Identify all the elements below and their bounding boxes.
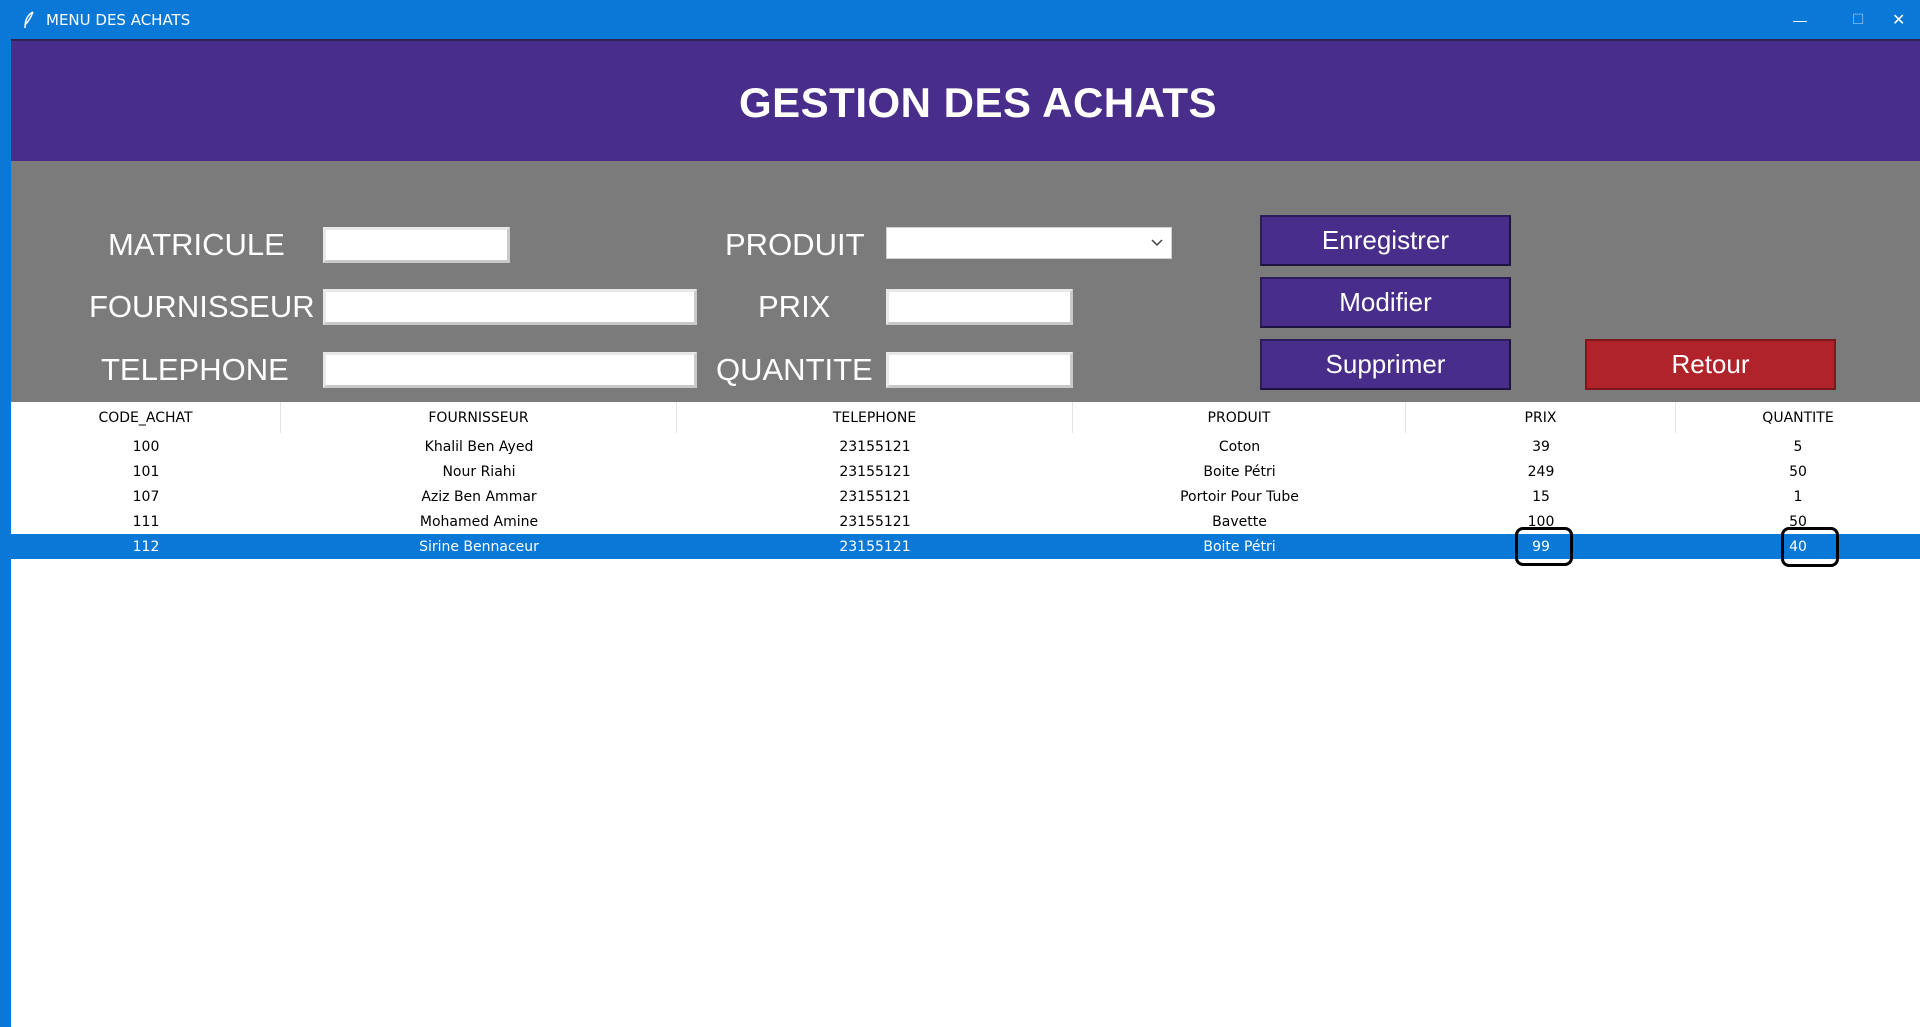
feather-icon bbox=[20, 10, 38, 29]
table-row[interactable]: 101 Nour Riahi 23155121 Boite Pétri 249 50 bbox=[11, 459, 1920, 484]
supprimer-button[interactable]: Supprimer bbox=[1260, 339, 1511, 390]
page-header: GESTION DES ACHATS bbox=[11, 39, 1920, 161]
table-cell: Bavette bbox=[1212, 513, 1267, 530]
annotation-box-quantite bbox=[1781, 527, 1839, 567]
table-cell: 39 bbox=[1532, 438, 1550, 455]
fournisseur-input[interactable] bbox=[323, 289, 697, 325]
annotation-box-prix bbox=[1515, 527, 1573, 566]
column-header-fournisseur[interactable]: FOURNISSEUR bbox=[281, 402, 677, 433]
column-header-produit[interactable]: PRODUIT bbox=[1073, 402, 1406, 433]
window-left-edge bbox=[0, 39, 11, 1027]
table-cell: 23155121 bbox=[839, 513, 911, 530]
enregistrer-button[interactable]: Enregistrer bbox=[1260, 215, 1511, 266]
minimize-icon: — bbox=[1793, 11, 1807, 28]
modifier-button[interactable]: Modifier bbox=[1260, 277, 1511, 328]
telephone-input[interactable] bbox=[323, 352, 697, 388]
matricule-label: MATRICULE bbox=[108, 227, 285, 262]
close-icon: ✕ bbox=[1892, 11, 1906, 29]
table-cell: 23155121 bbox=[839, 438, 911, 455]
table-cell: 100 bbox=[132, 438, 160, 455]
produit-combobox[interactable] bbox=[886, 227, 1172, 259]
table-cell: 23155121 bbox=[839, 488, 911, 505]
table-cell: Nour Riahi bbox=[442, 463, 516, 480]
matricule-input[interactable] bbox=[323, 227, 510, 263]
table-cell: Aziz Ben Ammar bbox=[421, 488, 537, 505]
table-cell: 5 bbox=[1793, 438, 1803, 455]
table-row[interactable]: 111 Mohamed Amine 23155121 Bavette 100 50 bbox=[11, 509, 1920, 534]
table-cell: Sirine Bennaceur bbox=[419, 538, 539, 555]
column-header-quantite[interactable]: QUANTITE bbox=[1676, 402, 1920, 433]
table-cell: 111 bbox=[132, 513, 160, 530]
table-header: CODE_ACHAT FOURNISSEUR TELEPHONE PRODUIT PRI… bbox=[11, 402, 1920, 433]
telephone-label: TELEPHONE bbox=[101, 352, 289, 387]
close-button[interactable]: ✕ bbox=[1888, 0, 1920, 39]
table-cell: Boite Pétri bbox=[1203, 463, 1276, 480]
maximize-button[interactable]: ☐ bbox=[1830, 0, 1886, 39]
retour-button[interactable]: Retour bbox=[1585, 339, 1836, 390]
table-cell: 101 bbox=[132, 463, 160, 480]
table-cell: 15 bbox=[1532, 488, 1550, 505]
prix-label: PRIX bbox=[758, 289, 831, 324]
fournisseur-label: FOURNISSEUR bbox=[89, 289, 315, 324]
table-cell: 112 bbox=[132, 538, 160, 555]
quantite-input[interactable] bbox=[886, 352, 1073, 388]
window-title: MENU DES ACHATS bbox=[46, 10, 191, 29]
column-header-telephone[interactable]: TELEPHONE bbox=[677, 402, 1073, 433]
table-cell: 107 bbox=[132, 488, 160, 505]
table-cell: Khalil Ben Ayed bbox=[424, 438, 534, 455]
achats-table[interactable]: CODE_ACHAT FOURNISSEUR TELEPHONE PRODUIT PRI… bbox=[11, 402, 1920, 1027]
table-cell: 23155121 bbox=[839, 538, 911, 555]
table-cell: Mohamed Amine bbox=[419, 513, 539, 530]
table-cell: 1 bbox=[1793, 488, 1803, 505]
produit-label: PRODUIT bbox=[725, 227, 865, 262]
table-row[interactable]: 107 Aziz Ben Ammar 23155121 Portoir Pour Tu… bbox=[11, 484, 1920, 509]
window-titlebar[interactable]: MENU DES ACHATS bbox=[0, 0, 1920, 39]
chevron-down-icon[interactable] bbox=[1151, 234, 1163, 252]
column-header-code-achat[interactable]: CODE_ACHAT bbox=[11, 402, 281, 433]
table-cell: Boite Pétri bbox=[1203, 538, 1276, 555]
table-row[interactable]: 100 Khalil Ben Ayed 23155121 Coton 39 5 bbox=[11, 434, 1920, 459]
column-header-prix[interactable]: PRIX bbox=[1406, 402, 1676, 433]
table-row[interactable]: 112 Sirine Bennaceur 23155121 Boite Pétri 99… bbox=[11, 534, 1920, 559]
table-cell: Portoir Pour Tube bbox=[1180, 488, 1299, 505]
table-cell: 50 bbox=[1789, 463, 1807, 480]
quantite-label: QUANTITE bbox=[716, 352, 873, 387]
form-panel: MATRICULE FOURNISSEUR TELEPHONE PRODUIT … bbox=[11, 161, 1920, 402]
minimize-button[interactable]: — bbox=[1772, 0, 1828, 39]
table-cell: 249 bbox=[1527, 463, 1555, 480]
prix-input[interactable] bbox=[886, 289, 1073, 325]
page-title: GESTION DES ACHATS bbox=[738, 79, 1218, 126]
table-cell: 23155121 bbox=[839, 463, 911, 480]
table-cell: Coton bbox=[1218, 438, 1261, 455]
maximize-icon: ☐ bbox=[1851, 11, 1865, 27]
